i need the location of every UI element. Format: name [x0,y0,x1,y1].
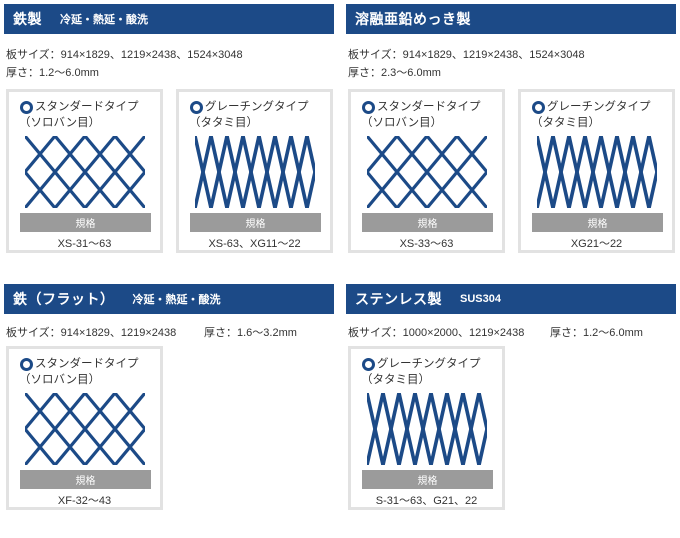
mesh-strand [455,169,487,208]
section-title: ステンレス製 [355,291,442,307]
product-card-grating[interactable]: グレーチングタイプ（タタミ目） 規格 XG21〜22 [518,89,675,253]
product-card-standard[interactable]: スタンダードタイプ（ソロバン目） 規格 XF-32〜43 [6,346,163,510]
mesh-strand [25,169,57,208]
section-subtitle: 冷延・熱延・酸洗 [60,14,148,26]
thickness-spec: 厚さ：2.3〜6.0mm [348,67,441,79]
size-spec: 板サイズ：1000×2000、1219×2438 [348,327,525,339]
product-card-grating[interactable]: グレーチングタイプ（タタミ目） 規格 S-31〜63、G21、22 [348,346,505,510]
thickness-spec: 厚さ：1.2〜6.0mm [6,67,99,79]
diamond-mesh-image [25,136,145,208]
mesh-strand [367,169,399,208]
mesh-strand [25,136,57,175]
mesh-strand [25,426,57,465]
mesh-strand [367,136,399,175]
card-label: グレーチングタイプ（タタミ目） [531,101,651,129]
diamond-mesh-image [367,136,487,208]
product-card-grating[interactable]: グレーチングタイプ（タタミ目） 規格 XS-63、XG11〜22 [176,89,333,253]
model-code: XS-33〜63 [399,238,454,250]
spec-button[interactable]: 規格 [532,213,663,232]
mesh-strand [25,393,57,432]
mesh-strand [113,136,145,175]
spec-button[interactable]: 規格 [362,470,493,489]
section-iron-flat: 鉄（フラット） 冷延・熱延・酸洗 板サイズ：914×1829、1219×2438… [4,284,334,536]
section-title: 鉄製 [13,11,42,27]
card-label: グレーチングタイプ（タタミ目） [189,101,309,129]
thickness-spec: 厚さ：1.2〜6.0mm [550,327,643,339]
card-label: スタンダードタイプ（ソロバン目） [19,101,139,129]
model-code: XG21〜22 [570,238,623,250]
mesh-strand [113,393,145,432]
model-code: XS-63、XG11〜22 [208,238,301,250]
model-code: XF-32〜43 [57,495,112,507]
section-iron: 鉄製 冷延・熱延・酸洗 板サイズ：914×1829、1219×2438、1524… [4,4,334,274]
mesh-strand [113,426,145,465]
card-label: グレーチングタイプ（タタミ目） [361,358,481,386]
grating-mesh-image [195,136,315,208]
model-code: XS-31〜63 [57,238,112,250]
section-stainless: ステンレス製 SUS304 板サイズ：1000×2000、1219×2438 厚… [346,284,676,536]
section-title: 鉄（フラット） [13,291,115,307]
thickness-spec: 厚さ：1.6〜3.2mm [204,327,297,339]
section-galvanized: 溶融亜鉛めっき製 板サイズ：914×1829、1219×2438、1524×30… [346,4,676,274]
card-label: スタンダードタイプ（ソロバン目） [361,101,481,129]
grating-mesh-image [367,393,487,465]
size-spec: 板サイズ：914×1829、1219×2438、1524×3048 [6,49,243,61]
spec-button[interactable]: 規格 [362,213,493,232]
section-header: 鉄（フラット） 冷延・熱延・酸洗 [4,284,334,314]
size-spec: 板サイズ：914×1829、1219×2438 [6,327,177,339]
section-header: 鉄製 冷延・熱延・酸洗 [4,4,334,34]
card-label: スタンダードタイプ（ソロバン目） [19,358,139,386]
section-title: 溶融亜鉛めっき製 [355,11,471,27]
spec-button[interactable]: 規格 [20,470,151,489]
grating-mesh-image [537,136,657,208]
section-subtitle: 冷延・熱延・酸洗 [132,294,221,306]
model-code: S-31〜63、G21、22 [375,495,478,507]
section-subtitle: SUS304 [460,293,501,305]
size-spec: 板サイズ：914×1829、1219×2438、1524×3048 [348,49,585,61]
section-header: 溶融亜鉛めっき製 [346,4,676,34]
spec-button[interactable]: 規格 [190,213,321,232]
spec-button[interactable]: 規格 [20,213,151,232]
mesh-strand [455,136,487,175]
mesh-strand [113,169,145,208]
diamond-mesh-image [25,393,145,465]
product-card-standard[interactable]: スタンダードタイプ（ソロバン目） 規格 XS-33〜63 [348,89,505,253]
product-card-standard[interactable]: スタンダードタイプ（ソロバン目） 規格 XS-31〜63 [6,89,163,253]
section-header: ステンレス製 SUS304 [346,284,676,314]
